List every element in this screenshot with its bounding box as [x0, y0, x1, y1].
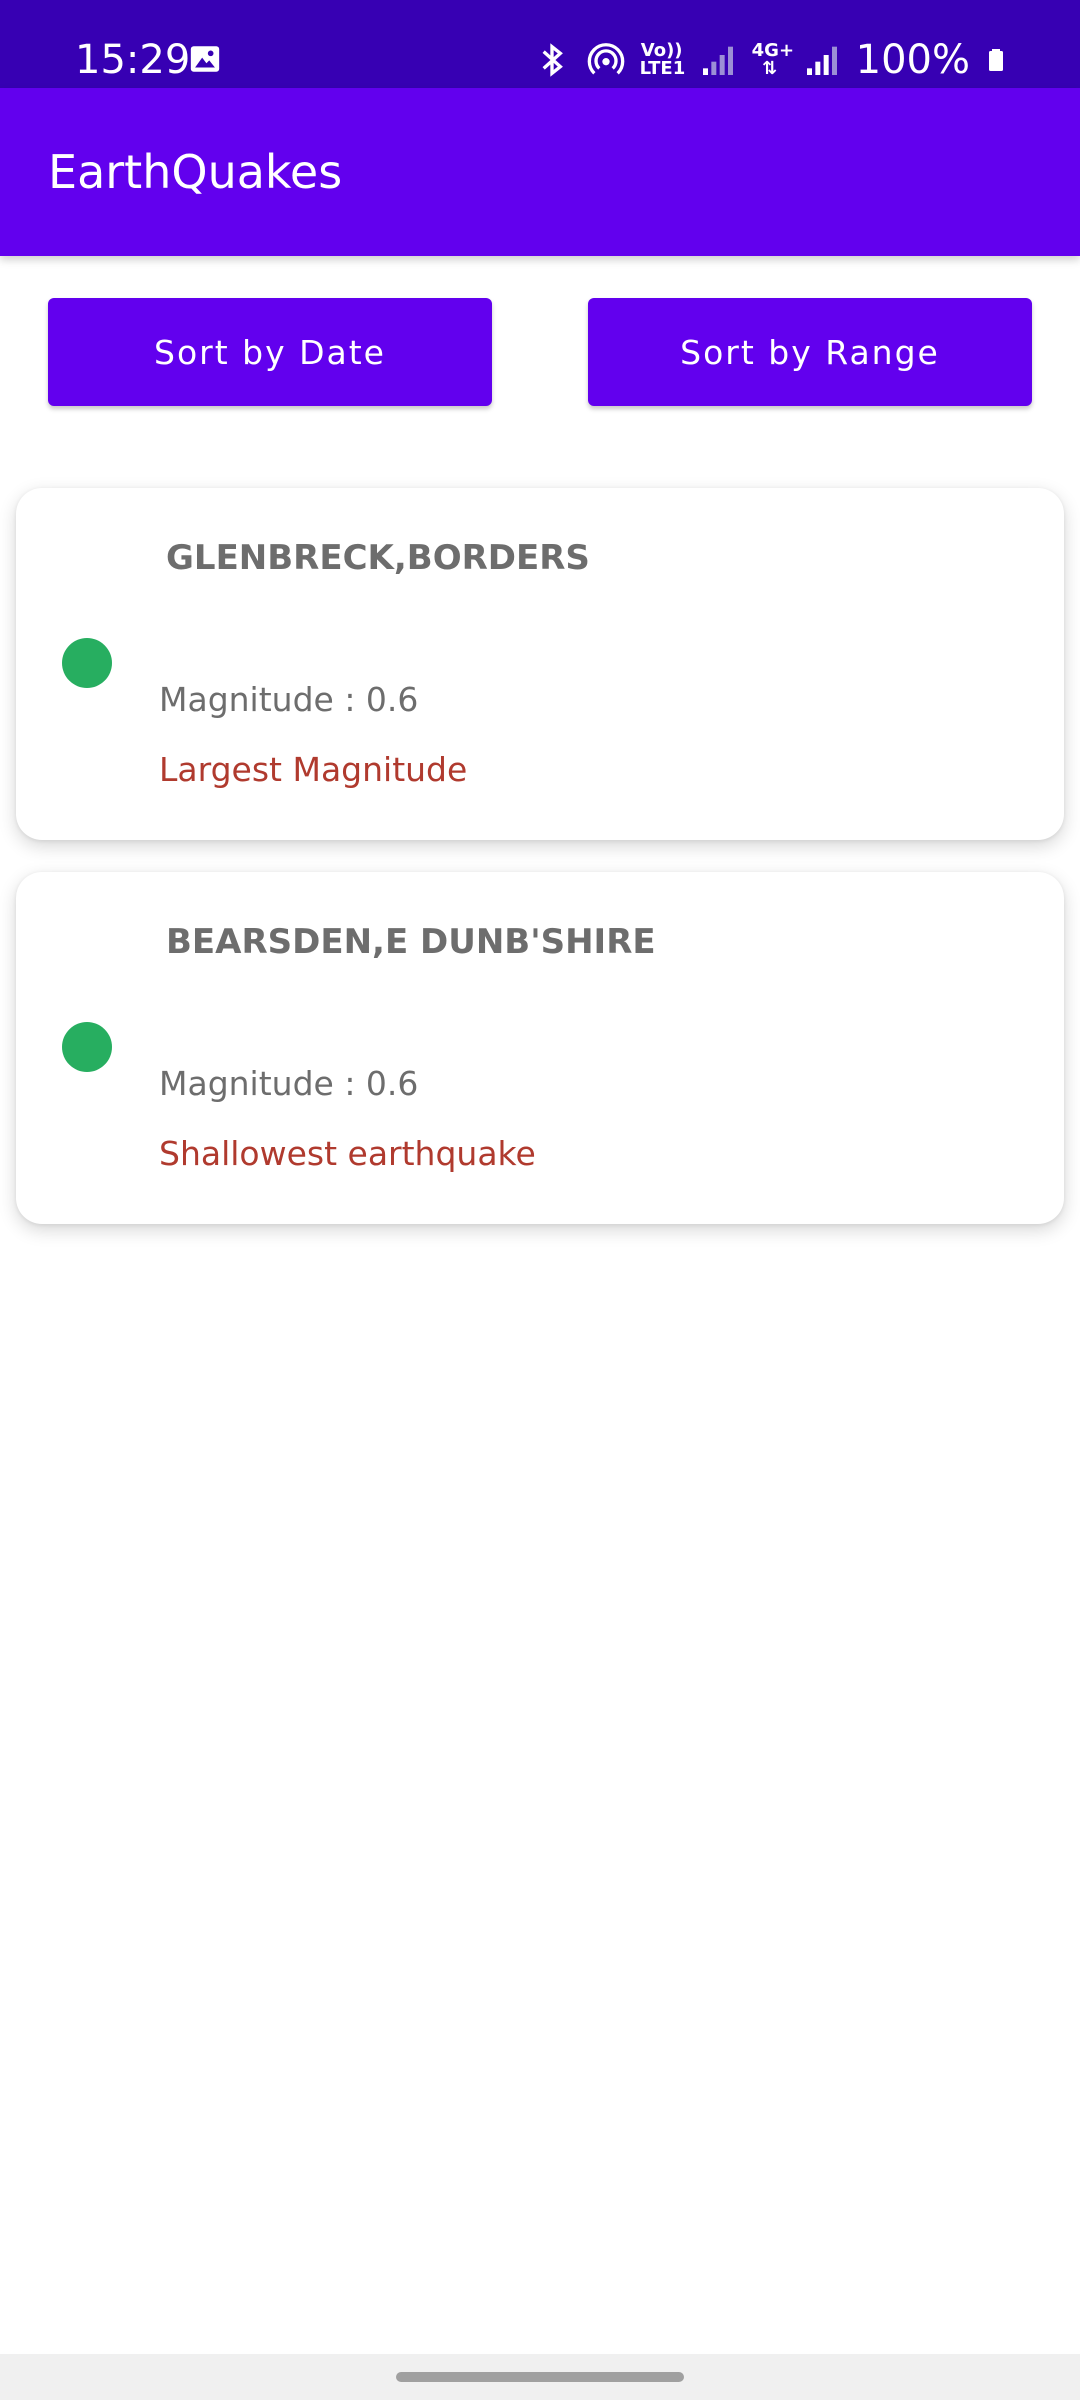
navigation-bar	[0, 2354, 1080, 2400]
app-bar: EarthQuakes	[0, 88, 1080, 256]
earthquake-card[interactable]: BEARSDEN,E DUNB'SHIRE Magnitude : 0.6 Sh…	[16, 872, 1064, 1224]
sort-by-date-button[interactable]: Sort by Date	[48, 298, 492, 406]
app-title: EarthQuakes	[48, 145, 343, 199]
hotspot-icon	[587, 43, 624, 75]
status-bar: 15:29 Vo)) LTE1 4G+ ⇅ 100%	[0, 0, 1080, 88]
quake-magnitude: Magnitude : 0.6	[159, 1064, 419, 1103]
quake-location: BEARSDEN,E DUNB'SHIRE	[166, 922, 656, 962]
quake-magnitude: Magnitude : 0.6	[159, 680, 419, 719]
battery-icon	[989, 49, 1003, 71]
signal-icon	[806, 46, 837, 75]
sort-by-range-button[interactable]: Sort by Range	[588, 298, 1032, 406]
battery-percent: 100%	[855, 37, 970, 83]
earthquake-card[interactable]: GLENBRECK,BORDERS Magnitude : 0.6 Larges…	[16, 488, 1064, 840]
home-indicator[interactable]	[396, 2372, 684, 2382]
status-time: 15:29	[75, 37, 191, 83]
magnitude-indicator-dot	[62, 638, 112, 688]
volte-icon: Vo)) LTE1	[639, 40, 686, 79]
bluetooth-icon	[542, 43, 563, 77]
signal-icon	[702, 46, 733, 75]
4g-data-icon: 4G+ ⇅	[751, 40, 795, 79]
quake-note: Largest Magnitude	[159, 750, 468, 789]
status-icons: Vo)) LTE1 4G+ ⇅ 100%	[532, 36, 1008, 84]
photo-icon	[190, 46, 220, 72]
quake-location: GLENBRECK,BORDERS	[166, 538, 590, 578]
magnitude-indicator-dot	[62, 1022, 112, 1072]
quake-note: Shallowest earthquake	[159, 1134, 536, 1173]
